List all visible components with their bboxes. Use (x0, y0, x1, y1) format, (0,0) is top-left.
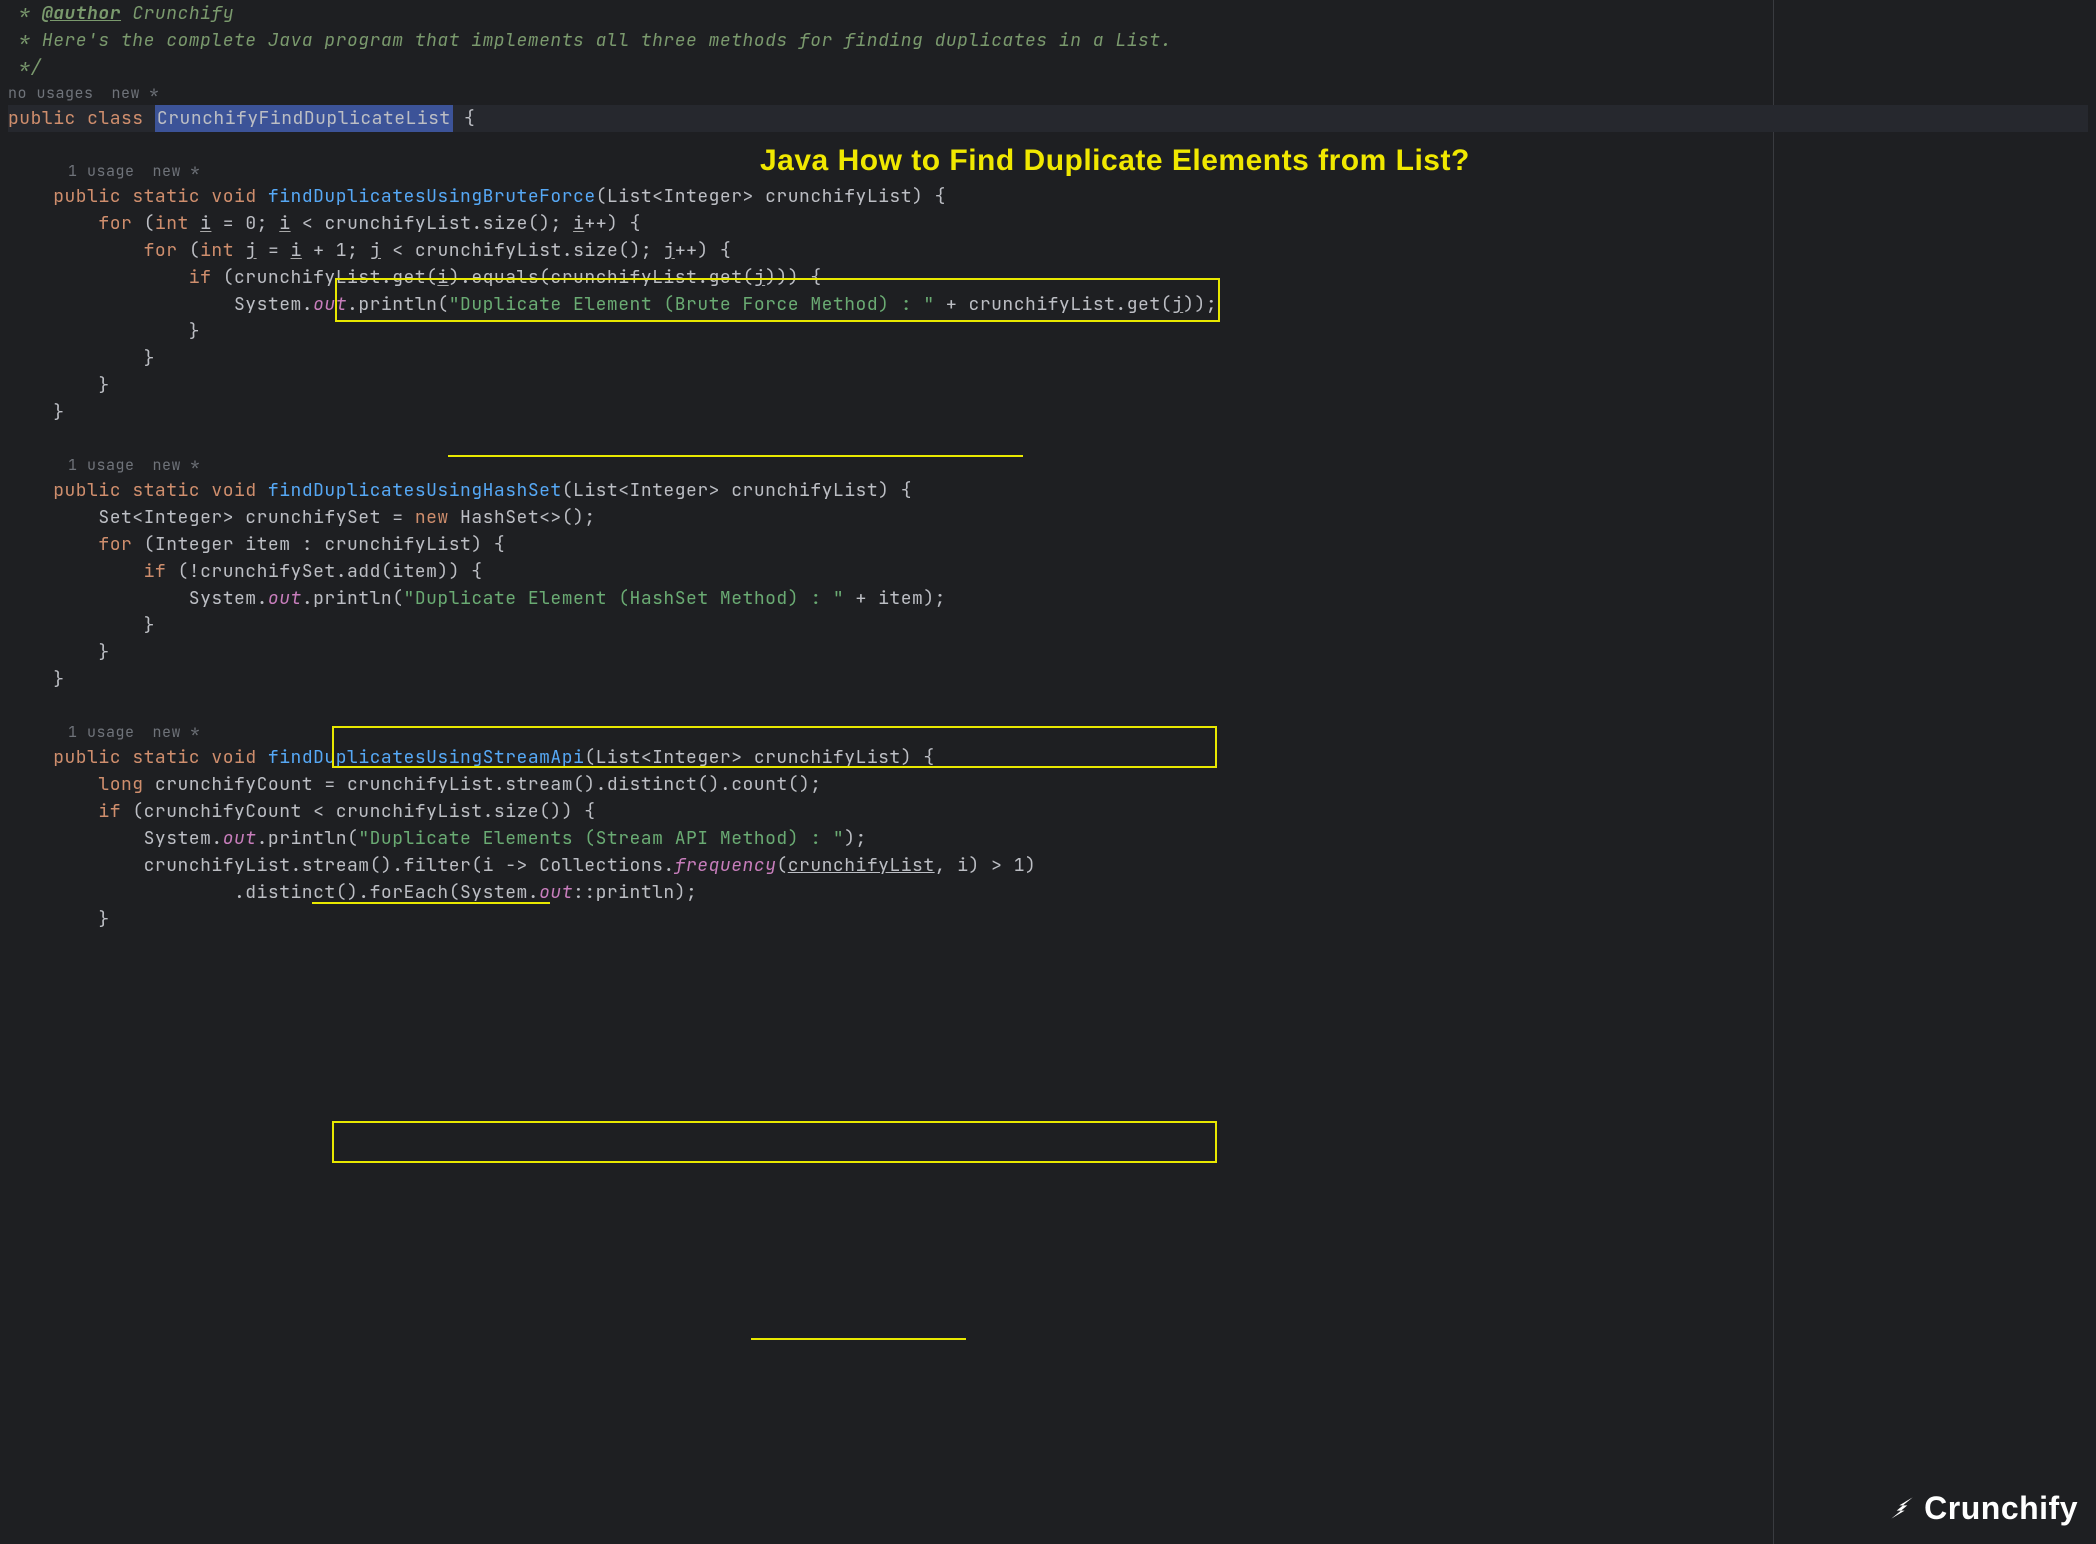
code-line: } (8, 318, 2088, 345)
usage-hint[interactable]: 1 usagenew * (8, 453, 2088, 477)
usage-hint[interactable]: 1 usagenew * (8, 720, 2088, 744)
code-line: } (8, 666, 2088, 693)
blank-line (8, 693, 2088, 720)
method-signature: public static void findDuplicatesUsingBr… (8, 183, 2088, 210)
comment-line: * @author Crunchify (8, 0, 2088, 27)
comment-line: */ (8, 54, 2088, 81)
class-declaration: public class CrunchifyFindDuplicateList … (8, 105, 2088, 132)
code-line: for (Integer item : crunchifyList) { (8, 531, 2088, 558)
code-line: } (8, 372, 2088, 399)
blank-line (8, 426, 2088, 453)
code-line: System.out.println("Duplicate Element (B… (8, 291, 2088, 318)
code-line: } (8, 399, 2088, 426)
code-line: if (crunchifyCount < crunchifyList.size(… (8, 798, 2088, 825)
code-line: } (8, 906, 2088, 933)
comment-line: * Here's the complete Java program that … (8, 27, 2088, 54)
usage-hint[interactable]: no usagesnew * (8, 81, 2088, 105)
crunchify-logo-icon (1886, 1492, 1918, 1524)
code-line: for (int i = 0; i < crunchifyList.size()… (8, 210, 2088, 237)
highlight-box (332, 1121, 1217, 1163)
code-line: if (crunchifyList.get(i).equals(crunchif… (8, 264, 2088, 291)
code-line: for (int j = i + 1; j < crunchifyList.si… (8, 237, 2088, 264)
code-line: System.out.println("Duplicate Elements (… (8, 825, 2088, 852)
code-line: long crunchifyCount = crunchifyList.stre… (8, 771, 2088, 798)
code-line: } (8, 612, 2088, 639)
code-line: } (8, 639, 2088, 666)
code-line: Set<Integer> crunchifySet = new HashSet<… (8, 504, 2088, 531)
code-line: crunchifyList.stream().filter(i -> Colle… (8, 852, 2088, 879)
crunchify-logo: Crunchify (1886, 1484, 2078, 1532)
code-line: System.out.println("Duplicate Element (H… (8, 585, 2088, 612)
code-line: .distinct().forEach(System.out::println)… (8, 879, 2088, 906)
title-overlay: Java How to Find Duplicate Elements from… (760, 138, 1470, 183)
code-line: } (8, 345, 2088, 372)
highlight-underline (751, 1338, 966, 1340)
method-signature: public static void findDuplicatesUsingHa… (8, 477, 2088, 504)
method-signature: public static void findDuplicatesUsingSt… (8, 744, 2088, 771)
code-line: if (!crunchifySet.add(item)) { (8, 558, 2088, 585)
